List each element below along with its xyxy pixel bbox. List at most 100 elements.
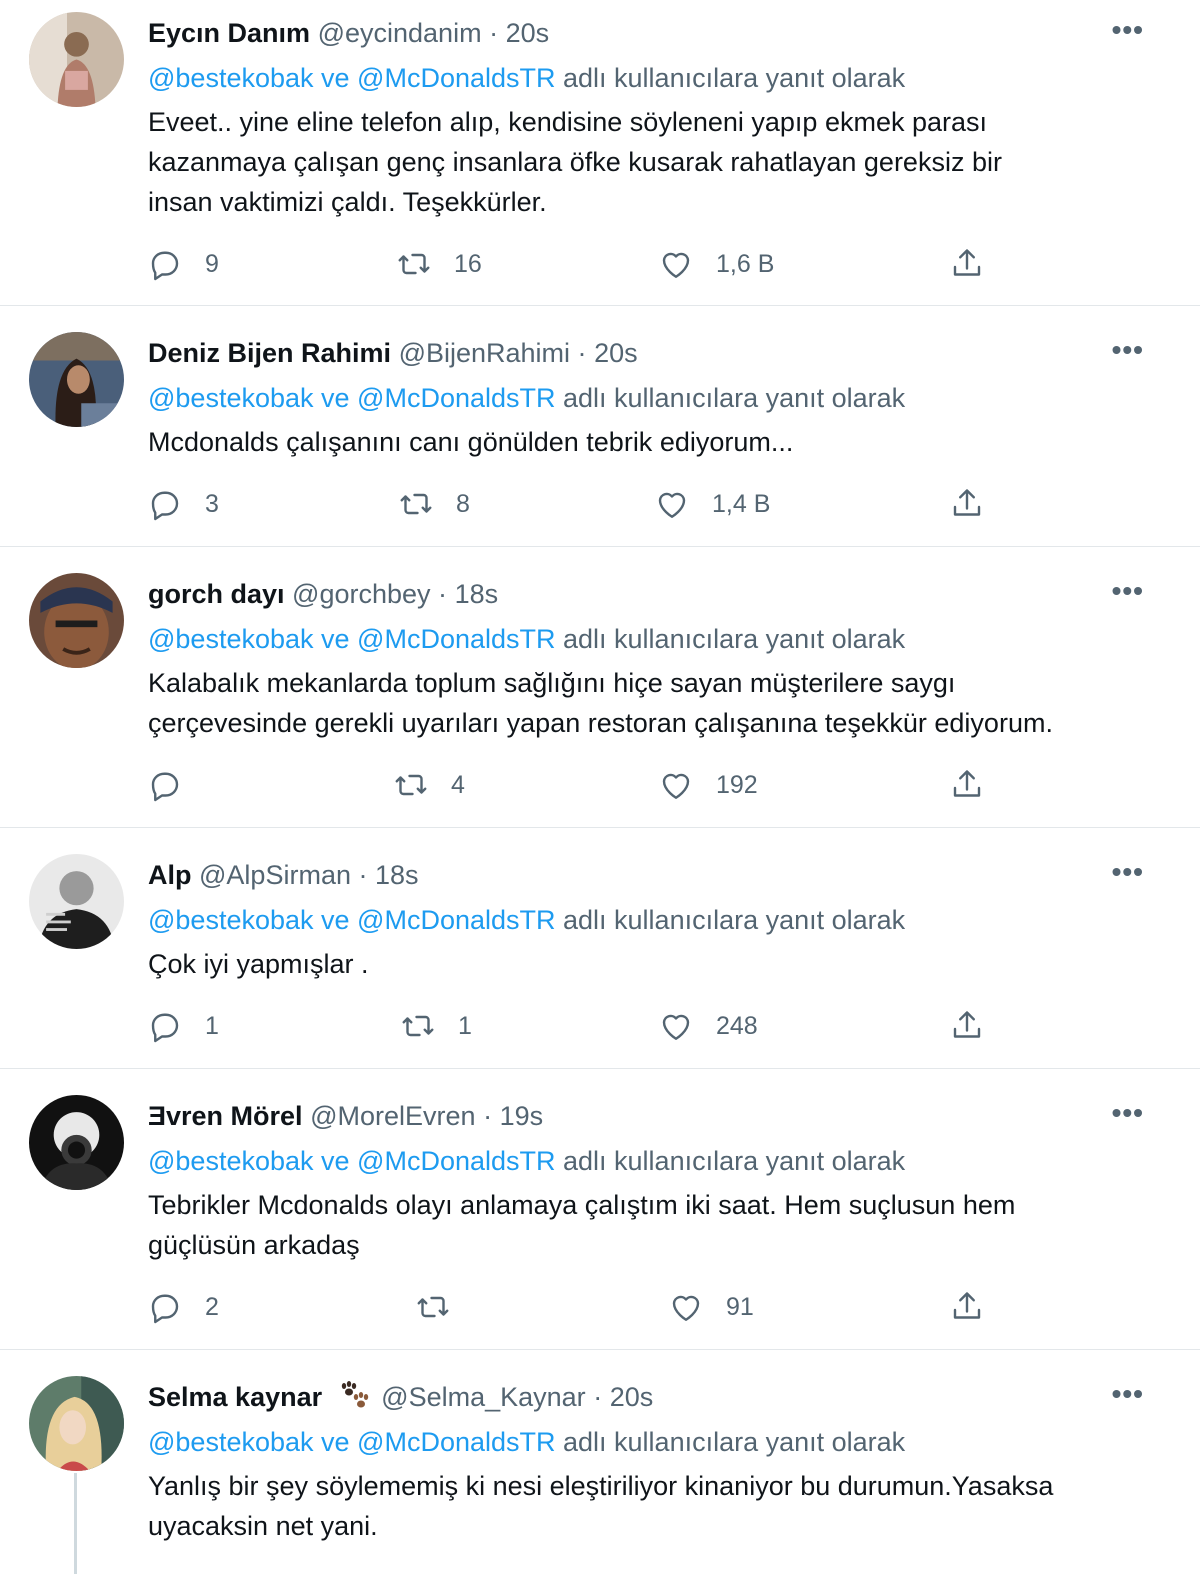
display-name[interactable]: Eycın Danım <box>148 18 310 48</box>
mention-link[interactable]: @McDonaldsTR <box>357 383 555 413</box>
tweet-text-line: Yanlış bir şey söylememiş ki nesi eleşti… <box>148 1471 1054 1501</box>
tweet[interactable]: Eycın Danım @eycindanim · 20s ••• @beste… <box>0 0 1200 306</box>
timestamp[interactable]: 18s <box>455 579 499 609</box>
heart-icon <box>658 1008 694 1044</box>
mention-link[interactable]: @McDonaldsTR <box>357 905 555 935</box>
retweet-count: 16 <box>454 249 482 278</box>
retweet-icon <box>393 767 429 803</box>
mention-link[interactable]: @McDonaldsTR <box>357 1427 555 1457</box>
retweet-icon <box>396 246 432 282</box>
tweet[interactable]: Selma kaynar @Selma_Kaynar · 20s ••• @be… <box>0 1350 1200 1574</box>
tweet-text-line: Kalabalık mekanlarda toplum sağlığını hi… <box>148 668 956 698</box>
share-button[interactable] <box>949 1287 985 1327</box>
separator-dot: · <box>483 1101 493 1131</box>
user-handle[interactable]: @eycindanim <box>318 18 482 48</box>
share-button[interactable] <box>949 484 985 524</box>
reply-button[interactable]: 1 <box>147 1006 219 1046</box>
avatar[interactable] <box>29 1095 124 1190</box>
reply-and-text: ve <box>313 383 358 413</box>
avatar[interactable] <box>29 573 124 668</box>
like-button[interactable]: 192 <box>658 765 758 805</box>
mention-link[interactable]: @bestekobak <box>148 905 314 935</box>
mention-link[interactable]: @bestekobak <box>148 63 314 93</box>
more-options-icon[interactable]: ••• <box>1112 14 1144 46</box>
retweet-button[interactable]: 16 <box>396 244 482 284</box>
retweet-button[interactable] <box>415 1287 473 1327</box>
tweet-text-line: Çok iyi yapmışlar . <box>148 949 369 979</box>
reply-context: @bestekobak ve @McDonaldsTR adlı kullanı… <box>148 903 905 937</box>
more-options-icon[interactable]: ••• <box>1112 1097 1144 1129</box>
tweet-text-line: Tebrikler Mcdonalds olayı anlamaya çalış… <box>148 1190 1016 1220</box>
retweet-button[interactable]: 4 <box>393 765 465 805</box>
retweet-button[interactable]: 8 <box>398 484 470 524</box>
tweet-text: Eveet.. yine eline telefon alıp, kendisi… <box>148 102 1148 222</box>
user-handle[interactable]: @AlpSirman <box>199 860 351 890</box>
like-button[interactable]: 1,6 B <box>658 244 774 284</box>
reply-icon <box>147 1289 183 1325</box>
mention-link[interactable]: @McDonaldsTR <box>357 624 555 654</box>
mention-link[interactable]: @bestekobak <box>148 624 314 654</box>
heart-icon <box>654 486 690 522</box>
display-name[interactable]: Ǝvren Mörel <box>148 1101 303 1131</box>
reply-button[interactable] <box>147 765 205 805</box>
reply-suffix: adlı kullanıcılara yanıt olarak <box>555 63 906 93</box>
reply-suffix: adlı kullanıcılara yanıt olarak <box>555 905 906 935</box>
more-options-icon[interactable]: ••• <box>1112 334 1144 366</box>
timestamp[interactable]: 20s <box>594 338 638 368</box>
display-name[interactable]: Alp <box>148 860 192 890</box>
share-button[interactable] <box>949 765 985 805</box>
retweet-icon <box>415 1289 451 1325</box>
paw-prints-icon <box>336 1380 370 1418</box>
user-handle[interactable]: @BijenRahimi <box>399 338 570 368</box>
share-button[interactable] <box>949 244 985 284</box>
display-name[interactable]: Selma kaynar <box>148 1382 322 1412</box>
share-button[interactable] <box>949 1006 985 1046</box>
tweet-text: Yanlış bir şey söylememiş ki nesi eleşti… <box>148 1466 1148 1546</box>
like-count: 248 <box>716 1011 758 1040</box>
reply-button[interactable]: 3 <box>147 484 219 524</box>
tweet[interactable]: Ǝvren Mörel @MorelEvren · 19s ••• @beste… <box>0 1069 1200 1350</box>
mention-link[interactable]: @McDonaldsTR <box>357 63 555 93</box>
retweet-count: 8 <box>456 489 470 518</box>
heart-icon <box>668 1289 704 1325</box>
reply-button[interactable]: 2 <box>147 1287 219 1327</box>
mention-link[interactable]: @bestekobak <box>148 1146 314 1176</box>
user-handle[interactable]: @gorchbey <box>292 579 430 609</box>
display-name[interactable]: Deniz Bijen Rahimi <box>148 338 391 368</box>
reply-button[interactable]: 9 <box>147 244 219 284</box>
avatar[interactable] <box>29 854 124 949</box>
like-button[interactable]: 248 <box>658 1006 758 1046</box>
mention-link[interactable]: @McDonaldsTR <box>357 1146 555 1176</box>
like-button[interactable]: 1,4 B <box>654 484 770 524</box>
like-button[interactable]: 91 <box>668 1287 754 1327</box>
avatar[interactable] <box>29 1376 124 1471</box>
share-icon <box>949 246 985 282</box>
more-options-icon[interactable]: ••• <box>1112 1378 1144 1410</box>
separator-dot: · <box>593 1382 603 1413</box>
reply-icon <box>147 246 183 282</box>
avatar[interactable] <box>29 12 124 107</box>
retweet-button[interactable]: 1 <box>400 1006 472 1046</box>
display-name[interactable]: gorch dayı <box>148 579 285 609</box>
mention-link[interactable]: @bestekobak <box>148 383 314 413</box>
user-handle[interactable]: @MorelEvren <box>310 1101 475 1131</box>
reply-count: 2 <box>205 1292 219 1321</box>
more-options-icon[interactable]: ••• <box>1112 575 1144 607</box>
more-options-icon[interactable]: ••• <box>1112 856 1144 888</box>
timestamp[interactable]: 18s <box>375 860 419 890</box>
mention-link[interactable]: @bestekobak <box>148 1427 314 1457</box>
user-handle[interactable]: @Selma_Kaynar <box>381 1382 586 1412</box>
avatar[interactable] <box>29 332 124 427</box>
tweet-header: Deniz Bijen Rahimi @BijenRahimi · 20s <box>148 336 1110 370</box>
tweet[interactable]: Alp @AlpSirman · 18s ••• @bestekobak ve … <box>0 828 1200 1069</box>
like-count: 192 <box>716 770 758 799</box>
reply-and-text: ve <box>313 905 358 935</box>
reply-context: @bestekobak ve @McDonaldsTR adlı kullanı… <box>148 1425 905 1459</box>
tweet[interactable]: gorch dayı @gorchbey · 18s ••• @bestekob… <box>0 547 1200 828</box>
timestamp[interactable]: 20s <box>610 1382 654 1412</box>
tweet-actions: 9 16 1,6 B <box>0 244 1200 284</box>
reply-icon <box>147 767 183 803</box>
timestamp[interactable]: 20s <box>506 18 550 48</box>
tweet[interactable]: Deniz Bijen Rahimi @BijenRahimi · 20s ••… <box>0 306 1200 547</box>
timestamp[interactable]: 19s <box>500 1101 544 1131</box>
